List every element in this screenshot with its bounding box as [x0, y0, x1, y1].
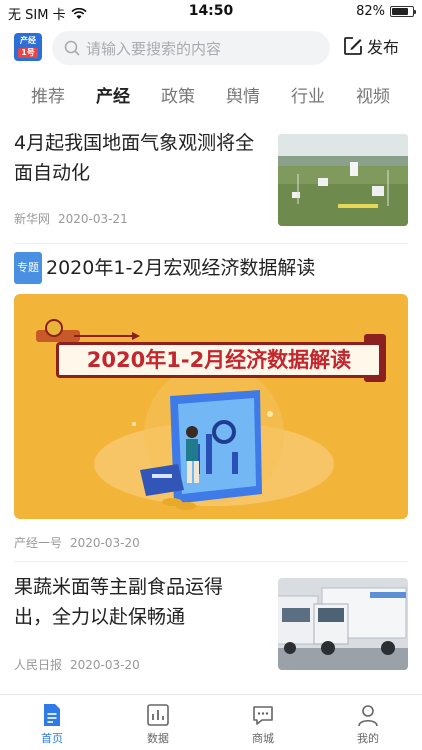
news-meta: 新华网 2020-03-21 [14, 210, 128, 227]
news-date: 2020-03-20 [70, 658, 140, 672]
app-logo[interactable]: 产经 1号 [14, 33, 42, 61]
tab-sector[interactable]: 行业 [291, 82, 325, 107]
battery-icon [390, 6, 416, 17]
topic-title-text: 2020年1-2月宏观经济数据解读 [46, 257, 316, 279]
chat-icon [253, 706, 273, 725]
nav-home-label: 首页 [41, 732, 63, 745]
search-placeholder: 请输入要搜索的内容 [86, 39, 222, 58]
nav-data-label: 数据 [147, 732, 169, 745]
search-icon [64, 40, 80, 56]
publish-label: 发布 [367, 38, 400, 57]
news-title: 果蔬米面等主副食品运得出，全力以赴保畅通 [14, 576, 224, 628]
category-tabs: 推荐 产经 政策 舆情 行业 视频 [0, 82, 422, 110]
topic-meta: 产经一号 2020-03-20 [14, 534, 140, 551]
nav-home[interactable]: 首页 [22, 703, 82, 746]
status-right: 82% [356, 4, 416, 19]
banner-illustration [36, 319, 386, 510]
news-source: 人民日报 [14, 658, 63, 672]
tab-recommend[interactable]: 推荐 [31, 82, 65, 107]
nav-data[interactable]: 数据 [128, 703, 188, 746]
trucks-image [278, 578, 408, 670]
logo-top-text: 产经 [20, 36, 36, 45]
news-thumbnail[interactable] [278, 134, 408, 226]
publish-button[interactable]: 发布 [342, 34, 399, 58]
news-source: 新华网 [14, 212, 51, 226]
topic-title: 专题 2020年1-2月宏观经济数据解读 [14, 252, 408, 284]
user-icon [358, 705, 378, 727]
news-meta: 人民日报 2020-03-20 [14, 656, 140, 673]
app-header: 产经 1号 请输入要搜索的内容 发布 [0, 28, 422, 68]
nav-shop-label: 商城 [252, 732, 274, 745]
topic-date: 2020-03-20 [70, 536, 140, 550]
divider [14, 561, 408, 562]
nav-profile[interactable]: 我的 [338, 703, 398, 746]
battery-level [392, 8, 409, 15]
news-title: 4月起我国地面气象观测将全面自动化 [14, 132, 255, 184]
battery-percent: 82% [356, 4, 385, 19]
logo-bottom-text: 1号 [18, 48, 38, 58]
nav-shop[interactable]: 商城 [233, 703, 293, 746]
topic-source: 产经一号 [14, 536, 63, 550]
home-doc-icon [44, 704, 60, 726]
divider [14, 243, 408, 244]
news-thumbnail[interactable] [278, 578, 408, 670]
tab-public-opinion[interactable]: 舆情 [226, 82, 260, 107]
search-bar[interactable]: 请输入要搜索的内容 [52, 31, 330, 65]
status-bar: 无 SIM 卡 14:50 82% [0, 0, 422, 23]
news-date: 2020-03-21 [58, 212, 128, 226]
edit-icon [344, 37, 362, 55]
topic-banner[interactable]: 2020年1-2月经济数据解读 [14, 294, 408, 519]
tab-industry-economy[interactable]: 产经 [96, 82, 130, 107]
tab-policy[interactable]: 政策 [161, 82, 195, 107]
chart-icon [147, 704, 169, 726]
topic-badge: 专题 [14, 252, 42, 284]
bottom-nav: 首页 数据 商城 我的 [0, 694, 422, 750]
weather-station-image [278, 134, 408, 226]
tab-video[interactable]: 视频 [356, 82, 390, 107]
nav-profile-label: 我的 [357, 732, 379, 745]
banner-title: 2020年1-2月经济数据解读 [56, 342, 382, 378]
